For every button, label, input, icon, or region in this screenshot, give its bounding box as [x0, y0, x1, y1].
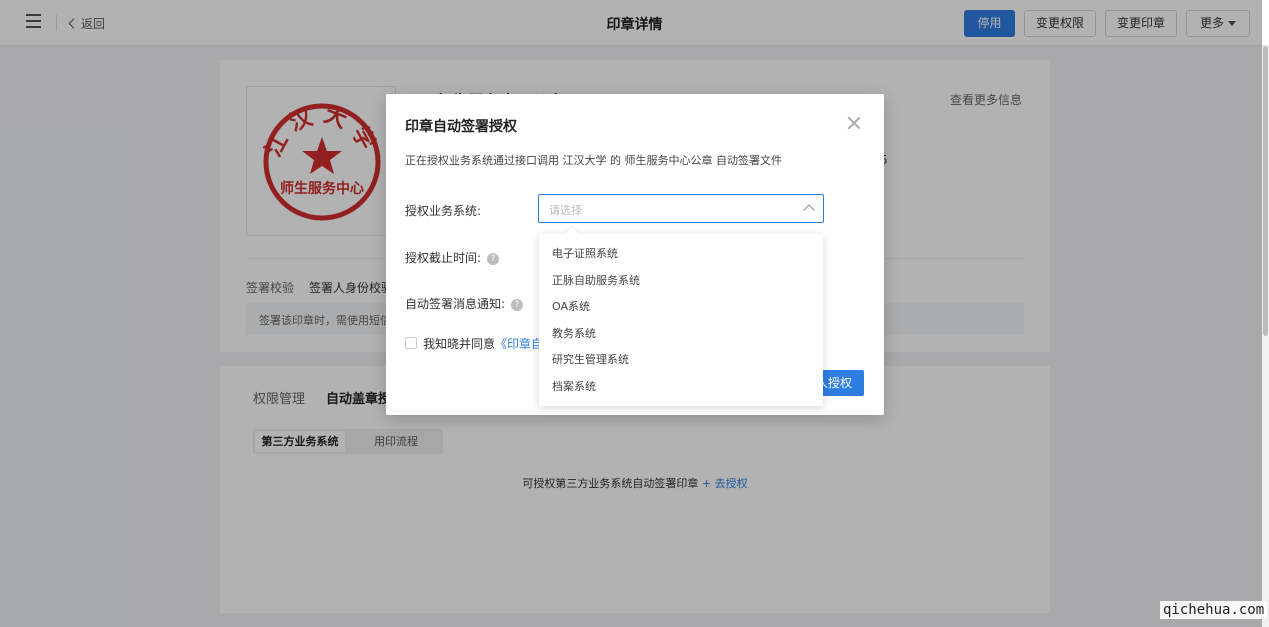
agree-text: 我知晓并同意 — [423, 337, 496, 351]
dropdown-option[interactable]: OA系统 — [539, 294, 823, 321]
agreement-row: 我知晓并同意《印章自动 — [405, 335, 555, 352]
scrollbar-thumb[interactable] — [1263, 46, 1268, 336]
select-placeholder: 请选择 — [549, 204, 582, 217]
watermark: qichehua.com — [1160, 601, 1268, 619]
dialog-description: 正在授权业务系统通过接口调用 江汉大学 的 师生服务中心公章 自动签署文件 — [405, 154, 782, 167]
dropdown-option[interactable]: 教务系统 — [539, 321, 823, 348]
help-icon[interactable]: ? — [511, 299, 524, 311]
deadline-field: 授权截止时间:? — [405, 249, 500, 266]
deadline-field-label: 授权截止时间: — [405, 251, 482, 265]
system-select-dropdown: 电子证照系统 正脉自助服务系统 OA系统 教务系统 研究生管理系统 档案系统 — [539, 234, 823, 406]
help-icon[interactable]: ? — [487, 253, 500, 265]
dropdown-option[interactable]: 档案系统 — [539, 374, 823, 401]
chevron-up-icon — [803, 204, 815, 216]
notify-field: 自动签署消息通知:? — [405, 295, 524, 312]
dropdown-option[interactable]: 电子证照系统 — [539, 241, 823, 268]
dropdown-option[interactable]: 正脉自助服务系统 — [539, 268, 823, 295]
close-icon[interactable] — [847, 116, 861, 130]
dialog-title: 印章自动签署授权 — [405, 119, 517, 135]
notify-field-label: 自动签署消息通知: — [405, 297, 506, 311]
system-field-label: 授权业务系统: — [405, 204, 482, 218]
agree-checkbox[interactable] — [405, 337, 417, 349]
system-select[interactable]: 请选择 — [538, 194, 824, 223]
dropdown-option[interactable]: 研究生管理系统 — [539, 347, 823, 374]
